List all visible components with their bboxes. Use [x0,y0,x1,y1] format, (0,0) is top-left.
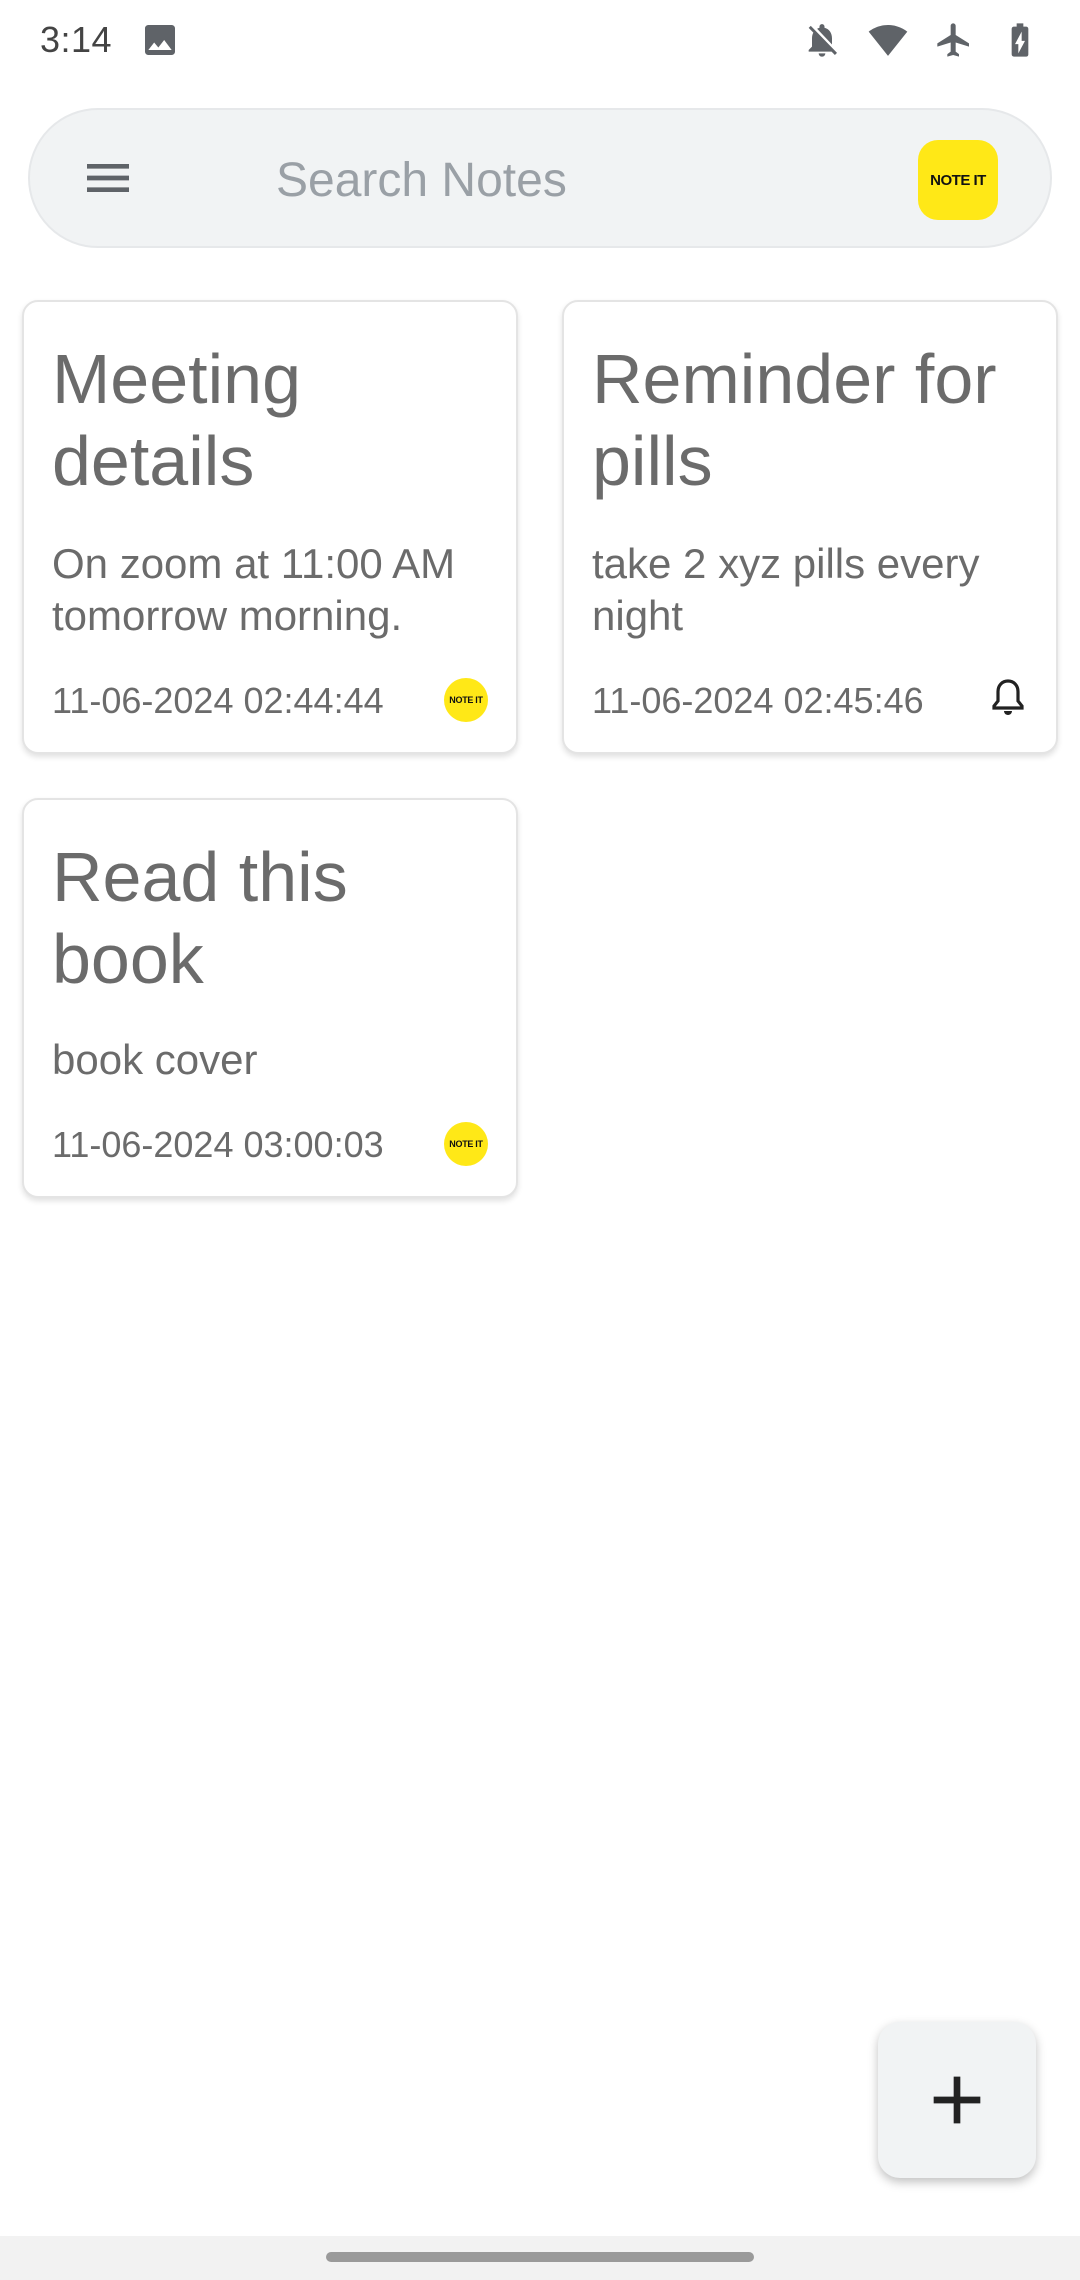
add-note-button[interactable] [878,2022,1036,2178]
bell-icon [984,674,1032,722]
note-it-logo-icon: NOTE IT [444,1122,488,1166]
note-title: Read this book [52,838,348,998]
note-body: take 2 xyz pills every night [592,540,980,639]
airplane-icon [934,20,974,60]
note-date: 11-06-2024 02:45:46 [592,680,924,721]
app-logo[interactable]: NOTE IT [918,140,998,220]
status-time: 3:14 [40,19,113,60]
note-date: 11-06-2024 03:00:03 [52,1124,384,1165]
logo-text: NOTE IT [930,171,986,189]
battery-charging-icon [1000,20,1040,60]
plus-icon [933,2076,981,2124]
note-date: 11-06-2024 02:44:44 [52,680,384,721]
note-card[interactable]: Meeting details On zoom at 11:00 AM tomo… [22,300,518,754]
hamburger-menu-icon [87,164,129,192]
note-title: Meeting details [52,340,302,500]
search-bar: NOTE IT [28,108,1052,248]
wifi-icon [868,20,908,60]
menu-button[interactable] [80,150,136,206]
bell-off-icon [802,20,842,60]
note-card[interactable]: Reminder for pills take 2 xyz pills ever… [562,300,1058,754]
note-body: book cover [52,1036,258,1083]
note-title: Reminder for pills [592,340,997,500]
navigation-bar [0,2236,1080,2280]
search-input[interactable] [276,144,876,216]
home-gesture-handle[interactable] [326,2252,754,2262]
status-bar: 3:14 [0,0,1080,80]
note-body: On zoom at 11:00 AM tomorrow morning. [52,540,456,639]
note-card[interactable]: Read this book book cover 11-06-2024 03:… [22,798,518,1198]
image-icon [140,20,180,60]
note-it-logo-icon: NOTE IT [444,678,488,722]
